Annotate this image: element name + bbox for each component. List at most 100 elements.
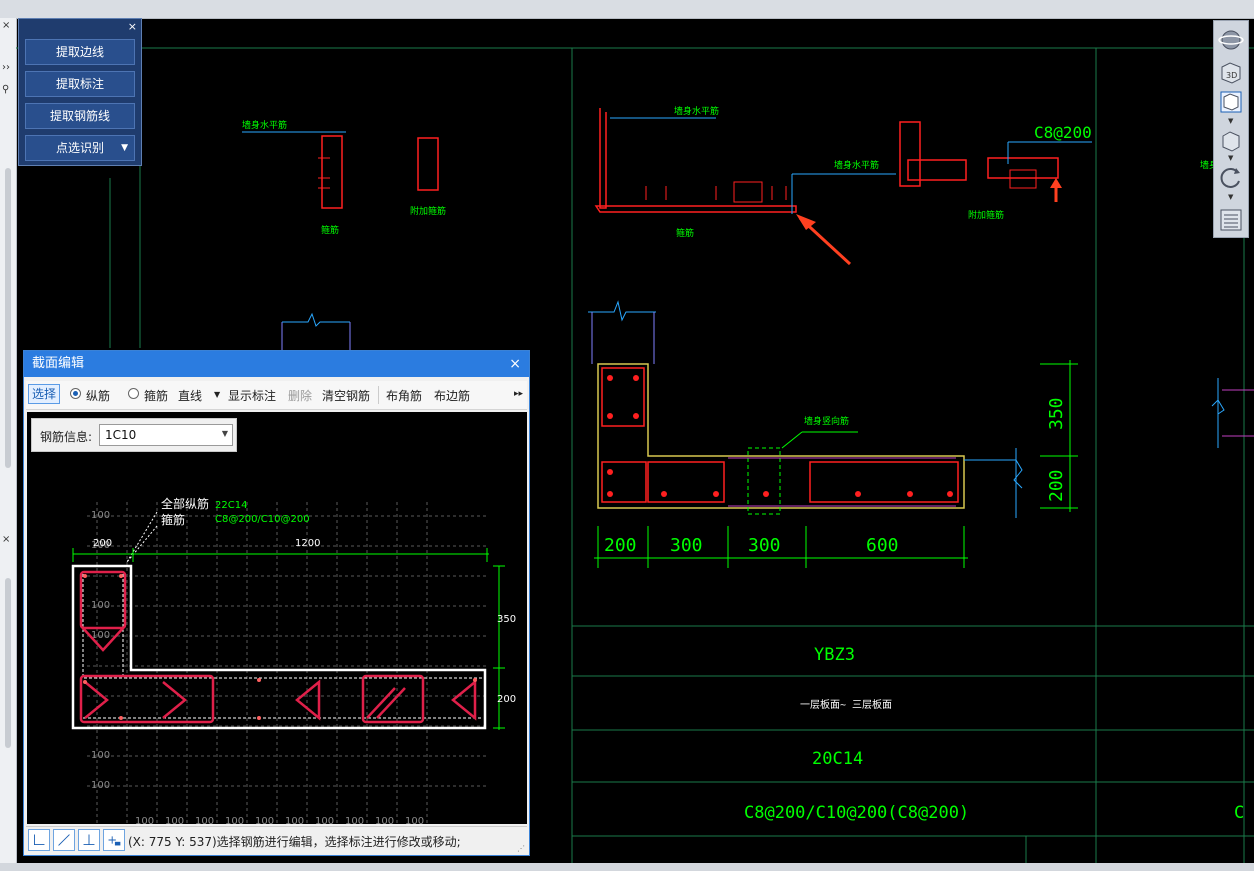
extract-panel-close-button[interactable]: ×: [128, 20, 137, 33]
dim-right-350: 350: [497, 614, 516, 625]
chevron-down-icon[interactable]: ▼: [121, 136, 128, 160]
settings-panel-icon[interactable]: [1218, 207, 1244, 233]
label-stirrup-1: 箍筋: [321, 224, 339, 236]
extract-annotation-button[interactable]: 提取标注: [25, 71, 135, 97]
corner-rebar-button[interactable]: 布角筋: [386, 387, 422, 404]
dim-bottom-300-a: 300: [670, 535, 703, 556]
dialog-title: 截面编辑: [32, 356, 85, 371]
table-name: YBZ3: [814, 645, 855, 665]
grid-label: 100: [195, 816, 214, 824]
extract-rebar-line-button[interactable]: 提取钢筋线: [25, 103, 135, 129]
label-c8-200: C8@200: [1034, 123, 1092, 142]
perpendicular-snap-icon[interactable]: [78, 829, 100, 851]
legend-longitudinal-value: 22C14: [215, 500, 247, 511]
chevron-down-icon[interactable]: ▼: [1228, 154, 1233, 162]
dim-bottom-300-b: 300: [748, 535, 781, 556]
grid-label: 100: [285, 816, 304, 824]
toolbar-divider: [378, 386, 379, 404]
extract-edge-button[interactable]: 提取边线: [25, 39, 135, 65]
grid-label: 100: [225, 816, 244, 824]
chevron-down-icon[interactable]: ▼: [1228, 117, 1233, 125]
longitudinal-label[interactable]: 纵筋: [86, 387, 110, 404]
label-wall-horizontal-2: 墙身水平筋: [674, 105, 719, 117]
bottom-status-strip: [0, 863, 1254, 871]
resize-grip-icon[interactable]: ⋰: [517, 844, 525, 853]
label-wall-horizontal-3: 墙身水平筋: [834, 159, 879, 171]
dim-bottom-200: 200: [604, 535, 637, 556]
chevron-down-icon[interactable]: ▼: [222, 429, 228, 438]
grid-label: 100: [405, 816, 424, 824]
grid-label: 100: [91, 780, 110, 791]
section-drawing: 100 100 100 100 100 100 100 100 100 100 …: [71, 496, 516, 824]
rebar-info-value: 1C10: [105, 428, 137, 442]
chevron-down-icon[interactable]: ▼: [1228, 193, 1233, 201]
orbit-icon[interactable]: [1218, 27, 1244, 53]
left-side-panel: × ›› ⚲ ×: [0, 18, 17, 863]
label-stirrup-2: 箍筋: [676, 227, 694, 239]
rebar-info-box: 钢筋信息: 1C10 ▼: [31, 418, 237, 452]
stirrup-label[interactable]: 箍筋: [144, 387, 168, 404]
close-icon[interactable]: ×: [2, 20, 10, 31]
grid-label: 100: [91, 510, 110, 521]
point-select-label: 点选识别: [55, 141, 104, 155]
grid-label: 100: [375, 816, 394, 824]
grid-label: 100: [315, 816, 334, 824]
point-select-recognize-button[interactable]: 点选识别 ▼: [25, 135, 135, 161]
grid-label: 100: [255, 816, 274, 824]
dim-top-200: 200: [93, 538, 112, 549]
grid-label: 100: [165, 816, 184, 824]
close-icon[interactable]: ×: [2, 534, 10, 545]
extract-panel: × 提取边线 提取标注 提取钢筋线 点选识别 ▼: [18, 18, 142, 166]
search-icon[interactable]: ⚲: [2, 84, 9, 95]
dimension-snap-icon[interactable]: [103, 829, 125, 851]
dim-right-350: 350: [1046, 397, 1067, 430]
label-wall-vertical: 墙身竖向筋: [804, 415, 849, 427]
rebar-info-label: 钢筋信息:: [40, 430, 93, 444]
orthogonal-snap-icon[interactable]: [28, 829, 50, 851]
left-scrollbar-lower[interactable]: [5, 578, 11, 748]
stirrup-radio[interactable]: [128, 388, 139, 399]
table-elevation: 一层板面~ 三层板面: [800, 698, 892, 711]
longitudinal-radio[interactable]: [70, 388, 81, 399]
legend-stirrup: 箍筋: [161, 512, 185, 527]
diagonal-snap-icon[interactable]: [53, 829, 75, 851]
dim-bottom-600: 600: [866, 535, 899, 556]
top-title-bar: [0, 0, 1254, 19]
grid-label: 100: [135, 816, 154, 824]
dialog-toolbar: 选择 纵筋 箍筋 直线 ▼ 显示标注 删除 清空钢筋 布角筋 布边筋 ▸▸: [26, 381, 527, 410]
line-type-dropdown[interactable]: 直线: [178, 387, 202, 404]
3d-view-icon[interactable]: 3D: [1218, 59, 1244, 85]
label-additional-stirrup-1: 附加箍筋: [410, 205, 446, 217]
dialog-status-bar: (X: 775 Y: 537)选择钢筋进行编辑，选择标注进行修改或移动; ⋰: [26, 826, 527, 855]
status-message: (X: 775 Y: 537)选择钢筋进行编辑，选择标注进行修改或移动;: [128, 835, 461, 849]
dim-right-200: 200: [497, 694, 516, 705]
section-editor-dialog: 截面编辑 × 选择 纵筋 箍筋 直线 ▼ 显示标注 删除 清空钢筋 布角筋 布边…: [23, 350, 530, 856]
expand-icon[interactable]: ››: [2, 62, 10, 73]
clear-rebar-button[interactable]: 清空钢筋: [322, 387, 370, 404]
dialog-close-button[interactable]: ×: [509, 351, 521, 377]
left-scrollbar[interactable]: [5, 168, 11, 468]
show-dimension-button[interactable]: 显示标注: [228, 387, 276, 404]
table-stirrup: C8@200/C10@200(C8@200): [744, 803, 969, 823]
cube-view-icon[interactable]: [1218, 89, 1244, 115]
table-right-cut: C: [1234, 803, 1244, 823]
edge-rebar-button[interactable]: 布边筋: [434, 387, 470, 404]
label-wall-horizontal-1: 墙身水平筋: [242, 119, 287, 131]
dim-right-200: 200: [1046, 469, 1067, 502]
chevron-down-icon[interactable]: ▼: [214, 390, 220, 399]
delete-button[interactable]: 删除: [288, 387, 312, 404]
rebar-info-select[interactable]: 1C10 ▼: [99, 424, 233, 446]
legend-all-longitudinal: 全部纵筋: [161, 496, 209, 511]
3d-label: 3D: [1226, 71, 1237, 80]
rotate-icon[interactable]: [1218, 165, 1244, 191]
select-tool-button[interactable]: 选择: [28, 384, 60, 404]
section-canvas[interactable]: 100 100 100 100 100 100 100 100 100 100 …: [27, 412, 527, 824]
legend-stirrup-value: C8@200/C10@200: [215, 514, 310, 525]
view-toolbar: 3D ▼ ▼ ▼: [1213, 20, 1249, 238]
grid-label: 100: [91, 600, 110, 611]
dim-top-1200: 1200: [295, 538, 320, 549]
more-tools-icon[interactable]: ▸▸: [514, 389, 523, 399]
dialog-title-bar[interactable]: 截面编辑 ×: [24, 351, 529, 377]
grid-label: 100: [345, 816, 364, 824]
box-icon[interactable]: [1218, 127, 1244, 153]
